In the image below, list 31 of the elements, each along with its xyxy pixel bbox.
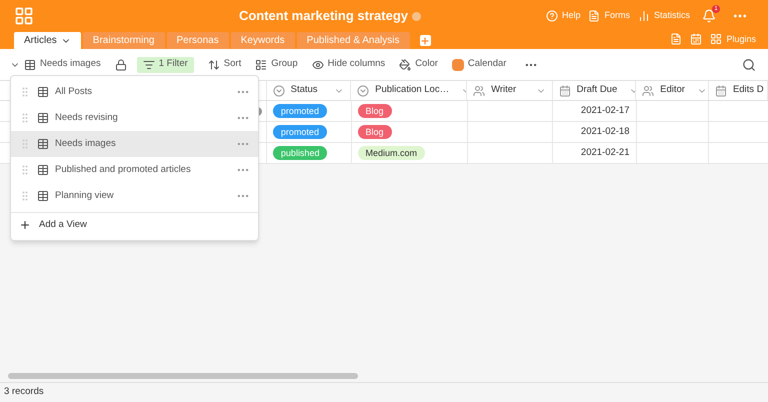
column-header[interactable]: Status <box>266 81 352 100</box>
view-selector[interactable]: Needs images <box>10 57 101 72</box>
view-menu-item[interactable]: Needs images <box>11 131 258 157</box>
table-cell-text: 2021-02-17 <box>580 104 630 118</box>
column-header[interactable]: Editor <box>636 81 709 100</box>
table-cell-text: 2021-02-21 <box>580 146 630 160</box>
base-title: Content marketing strategy <box>238 7 408 26</box>
column-header[interactable]: Edits D <box>708 81 768 100</box>
status-tag: promoted <box>272 104 327 118</box>
location-tag: Medium.com <box>358 146 426 160</box>
status-tag: published <box>272 146 328 160</box>
column-header[interactable]: Writer <box>467 81 553 100</box>
filter-button[interactable]: 1 Filter <box>136 56 194 72</box>
status-tag: promoted <box>272 125 327 139</box>
view-menu-item[interactable]: Planning view <box>11 183 258 209</box>
column-header[interactable]: Draft Due <box>552 81 636 100</box>
view-menu-item[interactable]: All Posts <box>11 79 258 105</box>
record-count: 3 records <box>4 385 44 400</box>
toolbar-button[interactable]: Hide columns <box>312 57 386 72</box>
toolbar-button[interactable]: Group <box>255 57 298 72</box>
tab[interactable]: Articles <box>14 32 81 49</box>
add-view-button[interactable]: Add a View <box>11 213 258 237</box>
location-tag: Blog <box>358 104 392 118</box>
toolbar-button[interactable]: Sort <box>208 57 242 72</box>
location-tag: Blog <box>358 125 392 139</box>
column-header[interactable]: Publication Loc… <box>351 81 468 100</box>
toolbar-button[interactable]: Calendar <box>452 57 506 72</box>
toolbar-button[interactable]: Color <box>399 57 438 72</box>
view-menu-item[interactable]: Needs revising <box>11 105 258 131</box>
view-menu-item[interactable]: Published and promoted articles <box>11 157 258 183</box>
table-cell-text: 2021-02-18 <box>580 124 630 139</box>
